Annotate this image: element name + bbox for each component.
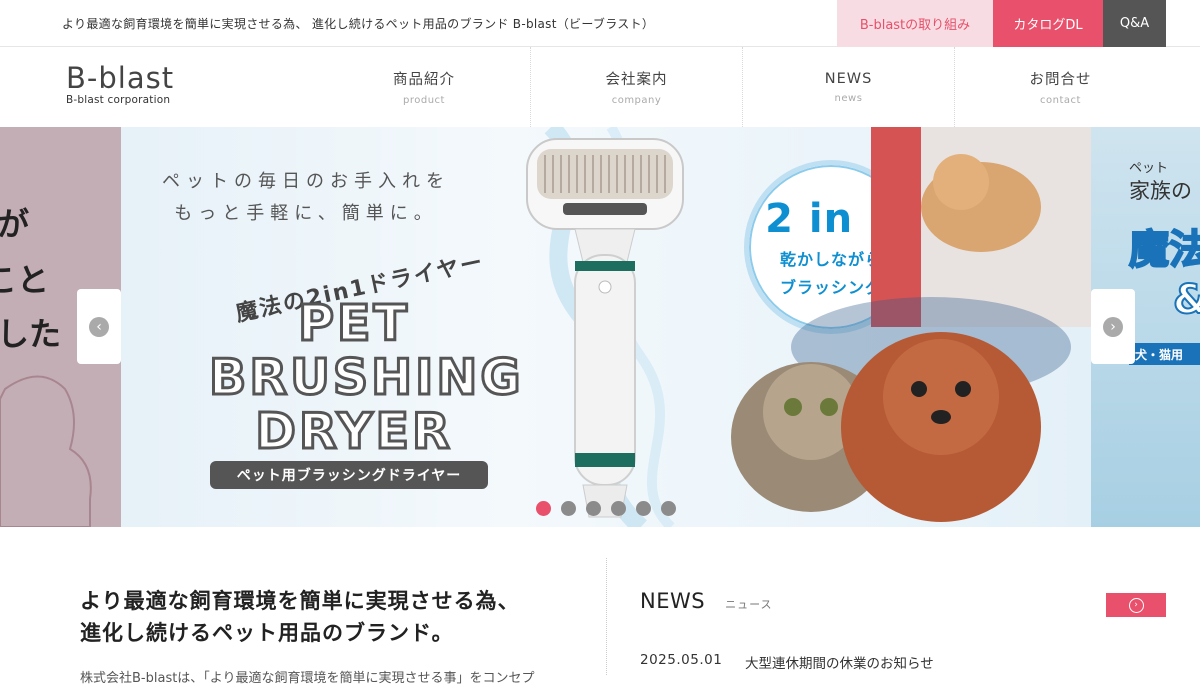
prev-slide-text: こと: [0, 261, 49, 299]
prev-slide-text: が: [0, 205, 29, 243]
intro-lead-line1: より最適な飼育環境を簡単に実現させる為、: [80, 589, 520, 613]
slider-pagination: [536, 501, 676, 516]
news-header: NEWS ニュース: [640, 589, 773, 613]
nav-sublabel: product: [403, 95, 445, 106]
nav-item-news[interactable]: NEWS news: [742, 47, 954, 127]
slider-dot[interactable]: [586, 501, 601, 516]
site-header: B-blast B-blast corporation 商品紹介 product…: [0, 47, 1200, 127]
nav-label: NEWS: [824, 70, 873, 87]
logo[interactable]: B-blast B-blast corporation: [66, 63, 174, 106]
nav-item-contact[interactable]: お問合せ contact: [954, 47, 1166, 127]
qa-link[interactable]: Q&A: [1103, 0, 1166, 47]
hero-title-line: DRYER: [254, 402, 453, 462]
news-more-button[interactable]: ›: [1106, 593, 1166, 617]
news-date: 2025.05.01: [640, 652, 723, 668]
slider-dot[interactable]: [611, 501, 626, 516]
news-item-title: 大型連休期間の休業のお知らせ: [745, 656, 934, 672]
logo-subtitle: B-blast corporation: [66, 94, 171, 106]
logo-wordmark: B-blast: [66, 61, 175, 95]
catalog-download-link[interactable]: カタログDL: [993, 0, 1103, 47]
pets-photo: [731, 127, 1091, 522]
top-links: B-blastの取り組み カタログDL Q&A: [837, 0, 1166, 47]
next-slide-small: ペット: [1129, 161, 1169, 176]
hero-title-line: PET: [297, 294, 410, 354]
slider-dot[interactable]: [536, 501, 551, 516]
tagline: より最適な飼育環境を簡単に実現させる為、 進化し続けるペット用品のブランド B-…: [62, 17, 655, 31]
nav-sublabel: contact: [1040, 95, 1081, 106]
slide-current[interactable]: ペットの毎日のお手入れを もっと手軽に、簡単に。 魔法の2in1ドライヤー PE…: [121, 127, 1091, 527]
section-divider: [606, 558, 607, 675]
chevron-left-icon: ‹: [89, 316, 109, 337]
nav-sublabel: company: [611, 95, 662, 106]
prev-slide-text: した: [0, 315, 61, 353]
intro-body: 株式会社B-blastは、「より最適な飼育環境を簡単に実現させる事」をコンセプ: [80, 671, 535, 686]
slider-dot[interactable]: [661, 501, 676, 516]
next-slide-heading: 魔法: [1128, 226, 1200, 274]
next-slide-ampersand: &: [1172, 276, 1200, 324]
slider-next-button[interactable]: ›: [1091, 289, 1135, 364]
intro-lead-line2: 進化し続けるペット用品のブランド。: [80, 621, 454, 645]
nav-label: 会社案内: [605, 72, 668, 88]
next-slide-line: 家族の: [1129, 179, 1192, 203]
initiative-link[interactable]: B-blastの取り組み: [837, 0, 993, 47]
hero-product-pill: ペット用ブラッシングドライヤー: [210, 461, 488, 489]
nav-sublabel: news: [834, 92, 863, 104]
news-title: NEWS: [640, 589, 706, 613]
slider-prev-button[interactable]: ‹: [77, 289, 121, 364]
top-bar: より最適な飼育環境を簡単に実現させる為、 進化し続けるペット用品のブランド B-…: [0, 0, 1200, 47]
dryer-product-image: [526, 138, 684, 518]
hero-subtitle-line1: ペットの毎日のお手入れを: [162, 171, 450, 192]
slider-dot[interactable]: [561, 501, 576, 516]
pet-silhouette-illustration: [0, 375, 92, 527]
nav-item-product[interactable]: 商品紹介 product: [318, 47, 530, 127]
news-subtitle: ニュース: [725, 598, 773, 611]
intro-section: より最適な飼育環境を簡単に実現させる為、 進化し続けるペット用品のブランド。 株…: [80, 585, 535, 686]
next-slide-tag: 犬・猫用: [1129, 343, 1200, 365]
nav-item-company[interactable]: 会社案内 company: [530, 47, 742, 127]
hero-subtitle-line2: もっと手軽に、簡単に。: [174, 203, 438, 224]
nav-label: お問合せ: [1029, 72, 1092, 88]
hero-slider: が こと した ペットの毎日のお手入れを もっと手軽に、簡単に。 魔法の2in1…: [0, 127, 1200, 527]
hero-title-line: BRUSHING: [208, 348, 524, 408]
nav-label: 商品紹介: [393, 72, 455, 88]
news-item[interactable]: 2025.05.01 大型連休期間の休業のお知らせ: [640, 652, 934, 672]
slider-dot[interactable]: [636, 501, 651, 516]
chevron-right-icon: ›: [1103, 316, 1123, 337]
chevron-right-circle-icon: ›: [1128, 597, 1144, 613]
main-nav: 商品紹介 product 会社案内 company NEWS news お問合せ…: [318, 47, 1166, 127]
